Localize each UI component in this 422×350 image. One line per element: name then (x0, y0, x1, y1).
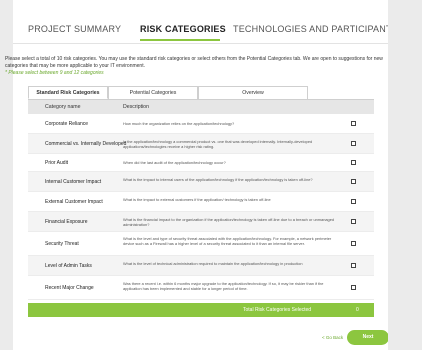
category-checkbox[interactable] (351, 141, 356, 146)
category-checkbox[interactable] (351, 285, 356, 290)
active-tab-indicator (140, 39, 220, 41)
category-checkbox[interactable] (351, 219, 356, 224)
table-row: Financial Exposure What is the financial… (28, 212, 374, 232)
category-name: Level of Admin Tasks (45, 263, 92, 269)
category-description: Is the application/technology a commerci… (123, 139, 313, 149)
page-gutter (388, 0, 422, 350)
table-row: Level of Admin Tasks What is the level o… (28, 256, 374, 276)
table-row: Prior Audit When did the last audit of t… (28, 154, 374, 172)
table-row: Internal Customer Impact What is the imp… (28, 172, 374, 192)
intro-text: Please select a total of 10 risk categor… (5, 56, 383, 69)
category-description: What is the impact to internal users of … (123, 177, 313, 182)
tab-technologies-and-participants[interactable]: TECHNOLOGIES AND PARTICIPANTS (233, 24, 398, 34)
table-row: Commercial vs. Internally Developed Is t… (28, 134, 374, 154)
category-description: Was there a recent i.e. within 6 months … (123, 281, 324, 291)
category-name: Corporate Reliance (45, 121, 89, 127)
table-header: Category name Description (28, 100, 374, 114)
category-checkbox[interactable] (351, 179, 356, 184)
category-description: What is the level and type of security t… (123, 236, 332, 246)
category-description: What is the level of technical administr… (123, 261, 303, 266)
category-name: Recent Major Change (45, 285, 94, 291)
column-header-category-name: Category name (45, 104, 81, 110)
category-name: Security Threat (45, 241, 79, 247)
tabs-divider (13, 43, 388, 44)
category-checkbox[interactable] (351, 121, 356, 126)
category-checkbox[interactable] (351, 160, 356, 165)
total-selected-label: Total Risk Categories Selected (243, 307, 312, 313)
table-row: External Customer Impact What is the imp… (28, 192, 374, 212)
category-checkbox[interactable] (351, 263, 356, 268)
category-checkbox[interactable] (351, 241, 356, 246)
go-back-button[interactable]: < Go Back (322, 335, 343, 340)
table-body: Corporate Reliance How much the organiza… (28, 114, 374, 300)
subtab-overview[interactable]: Overview (198, 86, 308, 99)
category-name: External Customer Impact (45, 199, 103, 205)
categories-table: Category name Description Corporate Reli… (28, 99, 374, 300)
tab-project-summary[interactable]: PROJECT SUMMARY (28, 24, 121, 34)
table-row: Security Threat What is the level and ty… (28, 232, 374, 256)
next-button[interactable]: Next (347, 330, 389, 345)
category-description: When did the last audit of the applicati… (123, 160, 226, 165)
total-selected-count: 0 (356, 307, 359, 313)
table-row: Corporate Reliance How much the organiza… (28, 114, 374, 134)
main-card: PROJECT SUMMARY RISK CATEGORIES TECHNOLO… (5, 0, 398, 350)
selection-hint: * Please select between 9 and 12 categor… (5, 70, 104, 76)
category-name: Prior Audit (45, 160, 69, 166)
category-description: What is the financial impact to the orga… (123, 217, 335, 227)
subtab-standard-risk-categories[interactable]: Standard Risk Categories (28, 86, 108, 99)
column-header-description: Description (123, 104, 149, 110)
category-description: What is the impact to external customers… (123, 197, 271, 202)
category-name: Financial Exposure (45, 219, 88, 225)
category-description: How much the organization relies on the … (123, 121, 235, 126)
subtab-potential-categories[interactable]: Potential Categories (108, 86, 198, 99)
tab-risk-categories[interactable]: RISK CATEGORIES (140, 24, 226, 34)
total-selected-bar: Total Risk Categories Selected 0 (28, 303, 374, 317)
category-name: Internal Customer Impact (45, 179, 102, 185)
category-checkbox[interactable] (351, 199, 356, 204)
table-row: Recent Major Change Was there a recent i… (28, 276, 374, 300)
category-name: Commercial vs. Internally Developed (45, 141, 127, 147)
